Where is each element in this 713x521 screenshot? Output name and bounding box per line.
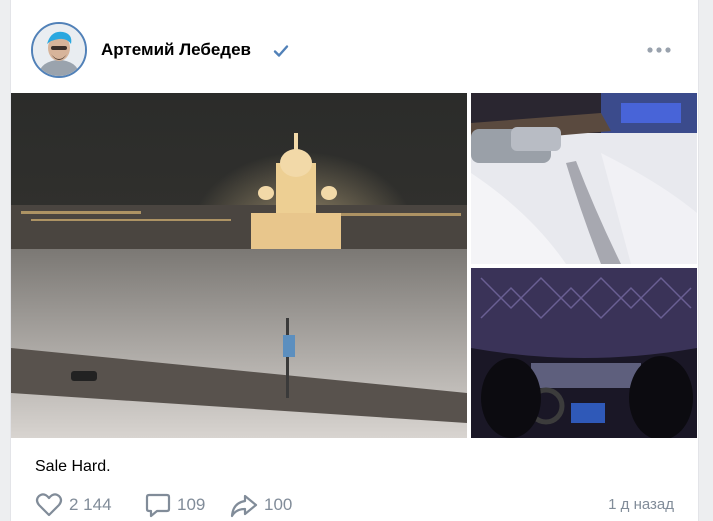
photo-car-interior[interactable] [471, 268, 697, 438]
like-count: 2 144 [69, 495, 112, 514]
share-button[interactable]: 100 [230, 492, 292, 518]
photo-grid [11, 93, 698, 440]
comment-button[interactable]: 109 [145, 492, 205, 518]
post-caption: Sale Hard. [35, 458, 111, 475]
share-arrow-icon [230, 494, 258, 518]
avatar-image [33, 24, 85, 76]
post-header: Артемий Лебедев [31, 22, 671, 82]
comment-icon [145, 493, 171, 518]
post-card: Артемий Лебедев Sale Hard. 2 144 109 100… [10, 0, 699, 521]
comment-count: 109 [177, 495, 206, 514]
post-actions: 2 144 109 100 [35, 492, 675, 520]
avatar[interactable] [31, 22, 87, 78]
like-button[interactable]: 2 144 [35, 492, 112, 518]
photo-cathedral[interactable] [11, 93, 467, 438]
photo-snowy-street[interactable] [471, 93, 697, 264]
verified-check-icon [273, 45, 289, 57]
more-dots-icon[interactable] [645, 44, 673, 56]
heart-icon [35, 493, 63, 517]
post-time[interactable]: 1 д назад [608, 496, 674, 513]
author-name[interactable]: Артемий Лебедев [101, 40, 251, 60]
share-count: 100 [264, 495, 293, 514]
